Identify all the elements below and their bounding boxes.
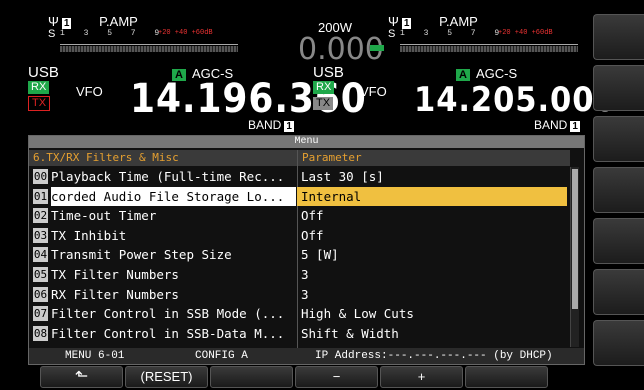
softkey-3[interactable] [593,116,644,162]
menu-group-header: 6.TX/RX Filters & Misc [29,150,297,166]
antenna-number: 1 [401,18,412,29]
menu-row-name: Filter Control in SSB Mode (... [51,306,285,322]
s-label: S [388,28,396,40]
side-softkeys [593,14,644,371]
fkey-3[interactable] [210,366,293,388]
sub-mode: USB [313,64,344,81]
sub-rx-badge: RX [313,81,335,94]
menu-scrollbar[interactable] [570,167,579,347]
menu-row-name: Transmit Power Step Size [51,247,232,263]
menu-row-value[interactable]: Off [297,206,567,225]
menu-row-name: TX Filter Numbers [51,267,179,282]
meter-bar [60,46,238,52]
status-ip: IP Address:---.---.---.--- (by DHCP) [315,350,553,362]
radio-display: Ψ1 P.AMP S 1 3 5 7 9 +20 +40 +60dB 200W … [0,0,616,390]
sub-frequency: 14.205.000 [414,80,617,120]
main-mode: USB [28,64,59,81]
menu-row-number: 05 [33,267,48,282]
softkey-7[interactable] [593,320,644,366]
meter-bar [400,46,578,52]
menu-row-name: Playback Time (Full-time Rec... [51,169,285,184]
band-label: BAND [248,118,282,132]
sub-s-meter: Ψ1 P.AMP S 1 3 5 7 9 +20 +40 +60dB [388,14,588,54]
preamp-label: P.AMP [99,14,138,29]
menu-row-name: TX Inhibit [51,227,127,243]
menu-row[interactable]: 05 TX Filter Numbers 3 [29,265,569,284]
menu-row-number: 01 [33,188,48,204]
main-tx-badge: TX [28,96,51,111]
menu-row-number: 06 [33,286,48,302]
main-vfo-label: VFO [76,84,103,99]
return-arrow-icon: ⬑ [74,368,89,385]
antenna-number: 1 [61,18,72,29]
menu-row-value[interactable]: Off [297,226,567,245]
menu-row-number: 02 [33,208,48,224]
menu-row[interactable]: 04 Transmit Power Step Size 5 [W] [29,245,569,264]
sub-vfo-label: VFO [360,84,387,99]
softkey-1[interactable] [593,14,644,60]
status-menu: MENU 6-01 [65,350,125,362]
fkey-minus[interactable]: − [295,366,378,388]
menu-row-value[interactable]: 5 [W] [297,245,567,264]
agc-label: AGC-S [475,66,518,81]
function-keys: ⬑ (RESET) − + [40,366,590,388]
softkey-4[interactable] [593,167,644,213]
antenna-icon: Ψ [388,14,399,29]
menu-row[interactable]: 01 corded Audio File Storage Lo... Interna… [29,186,569,206]
fkey-plus[interactable]: + [380,366,463,388]
menu-param-header: Parameter [298,150,570,166]
menu-row[interactable]: 03 TX Inhibit Off [29,226,569,245]
softkey-6[interactable] [593,269,644,315]
softkey-2[interactable] [593,65,644,111]
scrollbar-thumb[interactable] [572,169,578,309]
menu-window: Menu 6.TX/RX Filters & Misc Parameter 00… [28,135,585,365]
main-rx-badge: RX [28,81,50,94]
menu-row-value[interactable]: 3 [297,285,567,304]
antenna-icon: Ψ [48,14,59,29]
power-indicator [370,45,384,51]
menu-row-value[interactable]: High & Low Cuts [297,304,567,323]
band-number: 1 [284,121,294,132]
softkey-5[interactable] [593,218,644,264]
menu-row-value[interactable]: Shift & Width [297,324,567,343]
menu-row-name: Time-out Timer [51,208,157,224]
menu-row[interactable]: 06 RX Filter Numbers 3 [29,285,569,304]
sub-agc: A AGC-S [456,66,517,81]
menu-row[interactable]: 00 Playback Time (Full-time Rec... Last 30… [29,167,569,186]
menu-row-value[interactable]: 3 [297,265,567,284]
fkey-return[interactable]: ⬑ [40,366,123,388]
fkey-6[interactable] [465,366,548,388]
menu-row-number: 00 [33,169,48,184]
menu-row-name: Filter Control in SSB-Data M... [51,325,285,341]
menu-title: Menu [29,136,584,148]
menu-row-number: 03 [33,227,48,243]
band-label: BAND [534,118,568,132]
menu-row-number: 08 [33,325,48,341]
sub-band: BAND 1 [534,118,580,132]
main-s-meter: Ψ1 P.AMP S 1 3 5 7 9 +20 +40 +60dB [48,14,248,54]
band-number: 1 [570,121,580,132]
menu-row-value[interactable]: Last 30 [s] [297,167,567,186]
menu-row-number: 07 [33,306,48,322]
status-config: CONFIG A [195,350,248,362]
main-band: BAND 1 [248,118,294,132]
s-label: S [48,28,56,40]
menu-status-bar: MENU 6-01 CONFIG A IP Address:---.---.--… [29,348,584,364]
preamp-label: P.AMP [439,14,478,29]
menu-row[interactable]: 02 Time-out Timer Off [29,206,569,225]
fkey-reset[interactable]: (RESET) [125,366,208,388]
menu-row[interactable]: 08 Filter Control in SSB-Data M... Shift &… [29,324,569,343]
menu-row-name: corded Audio File Storage Lo... [51,186,296,206]
sub-tx-badge: TX [313,97,334,110]
menu-row-number: 04 [33,247,48,263]
menu-row-value[interactable]: Internal [297,186,567,206]
menu-row[interactable]: 07 Filter Control in SSB Mode (... High & … [29,304,569,323]
menu-row-name: RX Filter Numbers [51,286,179,302]
